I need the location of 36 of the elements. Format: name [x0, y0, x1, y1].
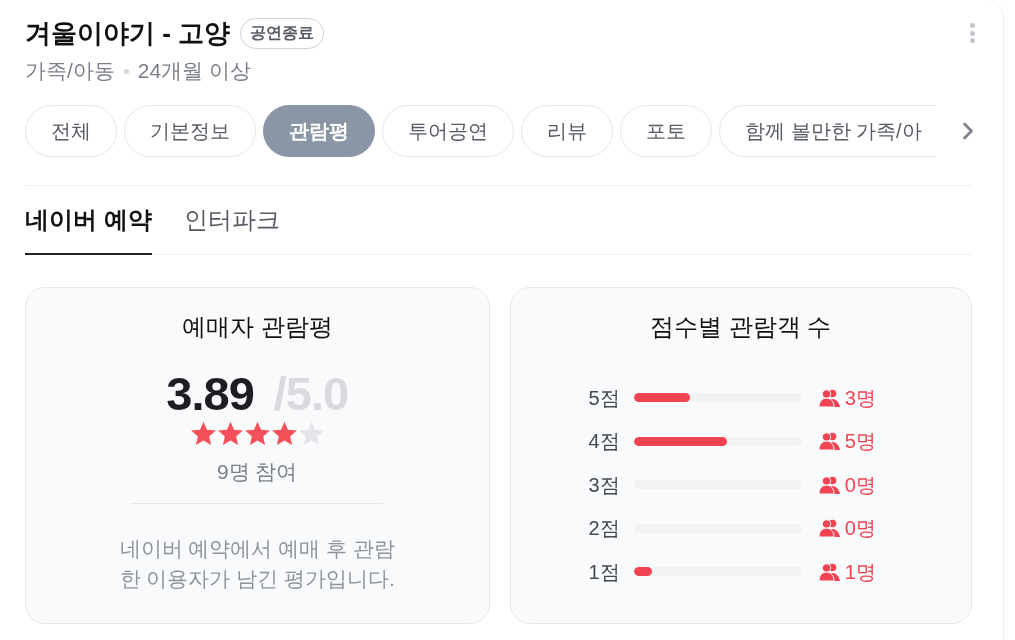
audience-count: 5명 — [844, 429, 876, 455]
people-icon — [818, 562, 840, 581]
card-title: 예매자 관람평 — [181, 312, 333, 342]
category-tab[interactable]: 전체 — [25, 105, 117, 157]
score-label: 5점 — [587, 385, 620, 411]
people-icon — [818, 475, 840, 494]
people-icon — [818, 388, 840, 407]
star-filled-icon — [216, 420, 244, 447]
star-filled-icon — [270, 420, 298, 447]
category-tab[interactable]: 함께 볼만한 가족/아 — [719, 105, 936, 157]
audience-count: 0명 — [844, 516, 876, 542]
people-icon — [818, 519, 840, 538]
star-filled-icon — [189, 420, 217, 447]
score-label: 2점 — [587, 516, 620, 542]
participant-count: 9명 참여 — [217, 459, 298, 485]
audience-count: 0명 — [844, 472, 876, 498]
audience-count: 3명 — [844, 385, 876, 411]
genre-text: 가족/아동 — [25, 58, 115, 84]
show-title: 겨울이야기 - 고양 — [25, 17, 231, 49]
average-score: 3.89 — [166, 370, 254, 418]
chevron-right-icon[interactable] — [962, 122, 974, 140]
category-tab[interactable]: 기본정보 — [124, 105, 256, 157]
booking-tab[interactable]: 인터파크 — [183, 186, 280, 255]
score-label: 4점 — [587, 429, 620, 455]
card-title: 점수별 관람객 수 — [650, 312, 832, 342]
people-icon — [818, 432, 840, 451]
score-label: 3점 — [587, 472, 620, 498]
category-tab[interactable]: 포토 — [620, 105, 712, 157]
score-label: 1점 — [587, 559, 620, 585]
booking-tab[interactable]: 네이버 예약 — [25, 186, 152, 255]
rating-note: 네이버 예약에서 예매 후 관람 한 이용자가 남긴 평가입니다. — [118, 536, 396, 592]
category-tab[interactable]: 투어공연 — [382, 105, 514, 157]
audience-count: 1명 — [844, 559, 876, 585]
category-tab[interactable]: 리뷰 — [521, 105, 613, 157]
star-filled-icon — [243, 420, 271, 447]
age-rating-text: 24개월 이상 — [137, 58, 252, 84]
